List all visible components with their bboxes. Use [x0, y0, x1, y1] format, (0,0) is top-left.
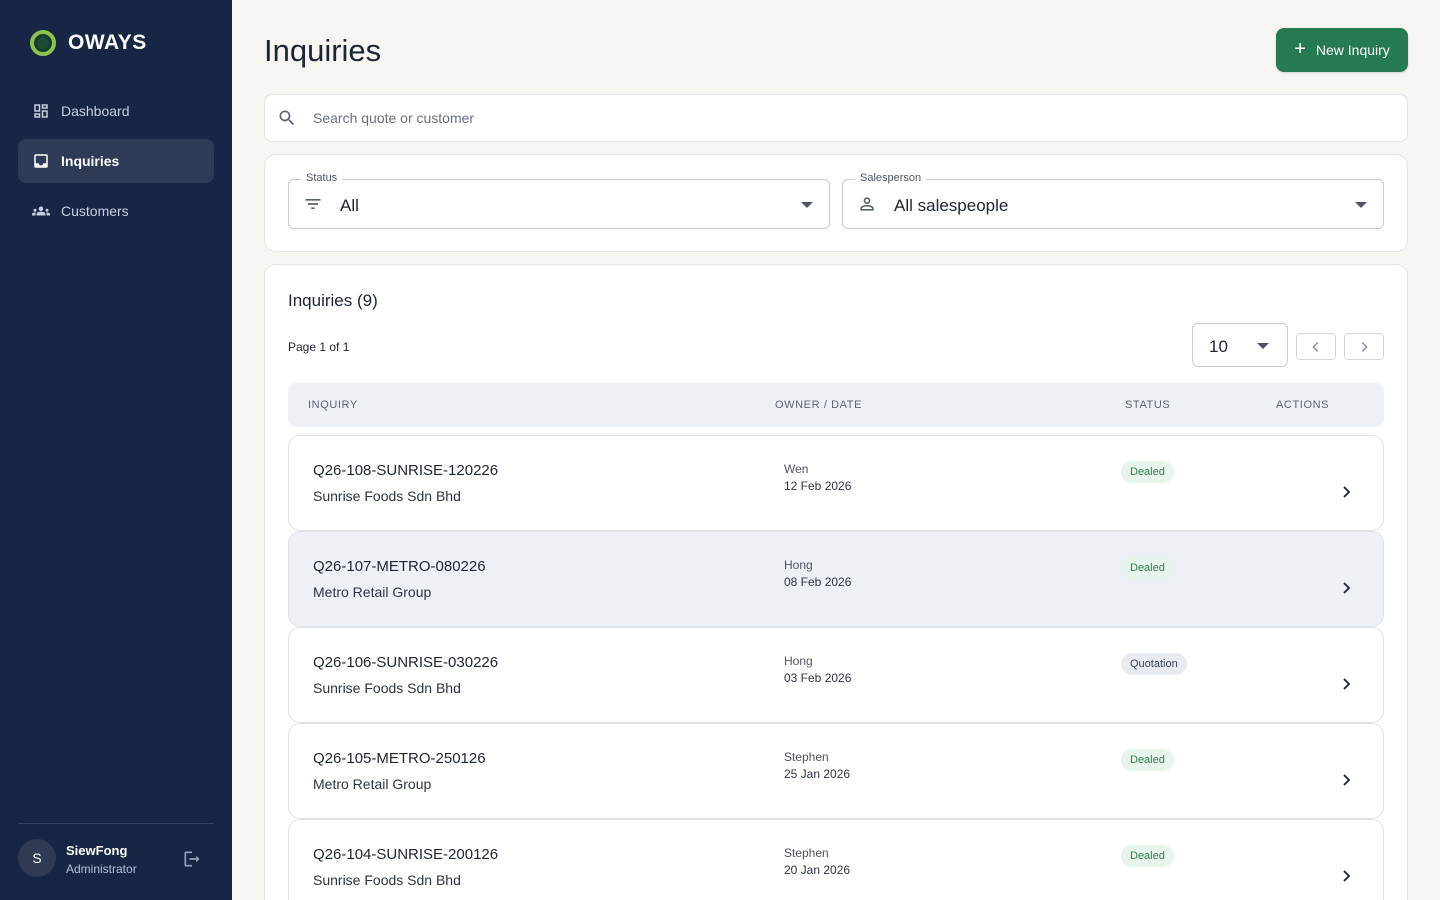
chevron-right-icon[interactable] — [1338, 484, 1354, 500]
column-header-inquiry: INQUIRY — [308, 399, 358, 411]
status-filter-select[interactable]: Status All — [288, 172, 830, 229]
owner-name: Hong — [784, 558, 813, 572]
customer-name: Sunrise Foods Sdn Bhd — [313, 872, 461, 888]
prev-page-button[interactable] — [1296, 333, 1336, 360]
chevron-right-icon — [1361, 341, 1368, 352]
table-row[interactable]: Q26-107-METRO-080226 Metro Retail Group … — [288, 531, 1384, 627]
group-icon — [32, 202, 50, 220]
list-title: Inquiries (9) — [288, 291, 378, 310]
user-role: Administrator — [66, 862, 137, 876]
status-badge: Dealed — [1121, 557, 1174, 579]
salesperson-filter-value: All salespeople — [894, 196, 1009, 215]
dashboard-icon — [32, 102, 50, 120]
inquiry-date: 12 Feb 2026 — [784, 479, 852, 493]
brand-logo-icon — [30, 30, 56, 56]
table-row[interactable]: Q26-104-SUNRISE-200126 Sunrise Foods Sdn… — [288, 819, 1384, 900]
column-header-status: STATUS — [1125, 399, 1171, 411]
table-row[interactable]: Q26-106-SUNRISE-030226 Sunrise Foods Sdn… — [288, 627, 1384, 723]
sidebar-item-label: Dashboard — [61, 103, 130, 119]
chevron-right-icon[interactable] — [1338, 868, 1354, 884]
owner-name: Stephen — [784, 750, 829, 764]
customer-name: Sunrise Foods Sdn Bhd — [313, 488, 461, 504]
caret-down-icon — [1257, 343, 1269, 349]
inquiry-code: Q26-107-METRO-080226 — [313, 558, 486, 575]
person-icon — [857, 194, 877, 214]
brand[interactable]: OWAYS — [30, 30, 147, 56]
table-row[interactable]: Q26-105-METRO-250126 Metro Retail Group … — [288, 723, 1384, 819]
plus-icon: + — [1294, 38, 1306, 60]
sidebar-item-label: Inquiries — [61, 153, 120, 169]
sidebar-item-label: Customers — [61, 203, 129, 219]
user-profile: S SiewFong Administrator — [18, 823, 214, 900]
inquiry-date: 20 Jan 2026 — [784, 863, 851, 877]
inquiries-list-card: Inquiries (9) Page 1 of 1 10 INQUIRY OWN… — [264, 264, 1408, 900]
salesperson-filter-select[interactable]: Salesperson All salespeople — [842, 172, 1384, 229]
rows-per-page-select[interactable]: 10 — [1192, 323, 1288, 367]
customer-name: Metro Retail Group — [313, 776, 432, 792]
status-filter-label: Status — [301, 172, 343, 184]
sidebar-nav: Dashboard Inquiries Customers — [18, 89, 214, 239]
status-badge: Dealed — [1121, 749, 1174, 771]
inquiry-code: Q26-106-SUNRISE-030226 — [313, 654, 499, 671]
table-row[interactable]: Q26-108-SUNRISE-120226 Sunrise Foods Sdn… — [288, 435, 1384, 531]
status-badge: Dealed — [1121, 845, 1174, 867]
search-input[interactable] — [313, 110, 1313, 126]
column-header-actions: ACTIONS — [1276, 399, 1330, 411]
column-header-owner-date: OWNER / DATE — [775, 399, 863, 411]
search-bar — [264, 94, 1408, 142]
customer-name: Metro Retail Group — [313, 584, 432, 600]
status-badge: Dealed — [1121, 461, 1174, 483]
page-info: Page 1 of 1 — [288, 340, 350, 354]
sidebar-item-inquiries[interactable]: Inquiries — [18, 139, 214, 183]
chevron-right-icon[interactable] — [1338, 580, 1354, 596]
inquiry-code: Q26-105-METRO-250126 — [313, 750, 486, 767]
inquiry-date: 08 Feb 2026 — [784, 575, 852, 589]
sidebar-item-customers[interactable]: Customers — [18, 189, 214, 233]
inquiry-date: 03 Feb 2026 — [784, 671, 852, 685]
rows-per-page-value: 10 — [1209, 337, 1228, 356]
next-page-button[interactable] — [1344, 333, 1384, 360]
new-inquiry-label: New Inquiry — [1315, 42, 1390, 58]
brand-name: OWAYS — [68, 31, 147, 54]
inquiry-code: Q26-104-SUNRISE-200126 — [313, 846, 499, 863]
sidebar: OWAYS Dashboard Inquiries Customers S Si… — [0, 0, 232, 900]
inquiry-date: 25 Jan 2026 — [784, 767, 851, 781]
sidebar-item-dashboard[interactable]: Dashboard — [18, 89, 214, 133]
chevron-right-icon[interactable] — [1338, 772, 1354, 788]
avatar[interactable]: S — [18, 839, 56, 877]
caret-down-icon — [1355, 202, 1367, 208]
filter-icon — [303, 194, 323, 214]
owner-name: Wen — [784, 462, 809, 476]
status-badge: Quotation — [1121, 653, 1187, 675]
page-title: Inquiries — [264, 33, 382, 68]
search-icon — [277, 108, 297, 128]
caret-down-icon — [801, 202, 813, 208]
user-name: SiewFong — [66, 843, 128, 858]
chevron-right-icon[interactable] — [1338, 676, 1354, 692]
owner-name: Hong — [784, 654, 813, 668]
inquiry-code: Q26-108-SUNRISE-120226 — [313, 462, 499, 479]
chevron-left-icon — [1312, 341, 1319, 352]
status-filter-value: All — [340, 196, 359, 215]
new-inquiry-button[interactable]: + New Inquiry — [1276, 28, 1408, 72]
filters-panel: Status All Salesperson All salespeople — [264, 154, 1408, 252]
inbox-icon — [32, 152, 50, 170]
logout-icon[interactable] — [182, 849, 202, 869]
salesperson-filter-label: Salesperson — [855, 172, 927, 184]
customer-name: Sunrise Foods Sdn Bhd — [313, 680, 461, 696]
table-header: INQUIRY OWNER / DATE STATUS ACTIONS — [288, 383, 1384, 427]
owner-name: Stephen — [784, 846, 829, 860]
